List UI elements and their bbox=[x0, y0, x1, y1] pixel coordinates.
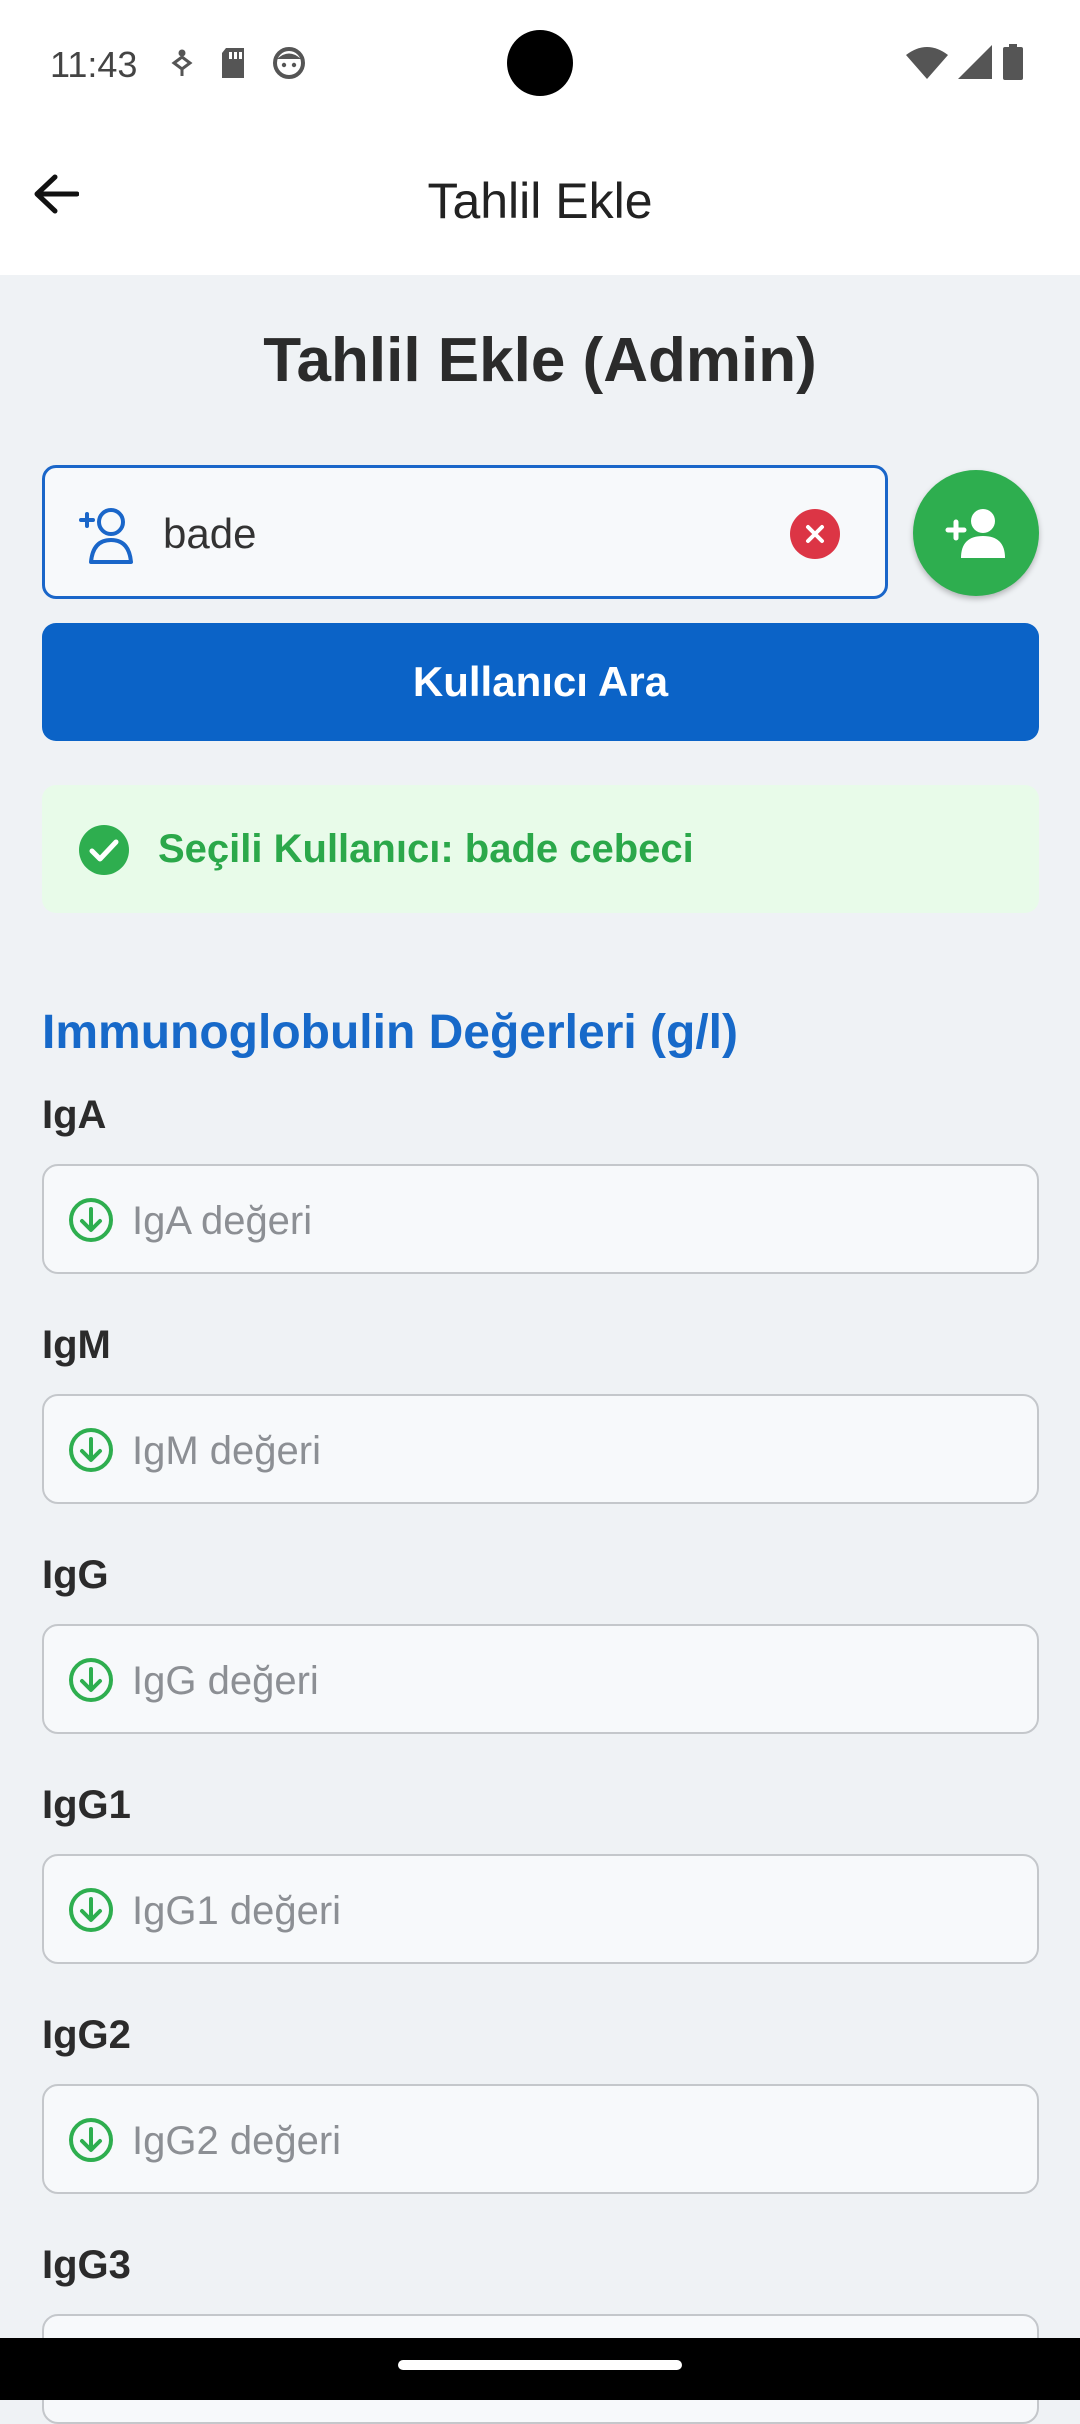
arrow-down-circle-icon bbox=[69, 1198, 113, 1242]
signal-icon bbox=[958, 45, 992, 79]
section-title: Immunoglobulin Değerleri (g/l) bbox=[42, 1006, 738, 1059]
igg-input[interactable] bbox=[130, 1646, 994, 1716]
user-search-box[interactable] bbox=[42, 465, 888, 599]
search-user-button[interactable]: Kullanıcı Ara bbox=[42, 623, 1039, 741]
iga-input[interactable] bbox=[130, 1186, 994, 1256]
iga-field[interactable] bbox=[42, 1164, 1039, 1274]
check-circle-icon bbox=[79, 825, 129, 875]
page-title: Tahlil Ekle (Admin) bbox=[263, 326, 817, 395]
gesture-handle[interactable] bbox=[398, 2360, 682, 2370]
clear-icon bbox=[806, 525, 824, 543]
status-icons-left bbox=[170, 46, 306, 80]
field-label-igg: IgG bbox=[42, 1553, 109, 1597]
status-bar: 11:43 bbox=[0, 0, 1080, 130]
igg2-input[interactable] bbox=[130, 2106, 994, 2176]
arrow-down-circle-icon bbox=[69, 1428, 113, 1472]
user-search-input[interactable] bbox=[161, 498, 765, 570]
arrow-down-circle-icon bbox=[69, 1658, 113, 1702]
selected-user-text: Seçili Kullanıcı: bade cebeci bbox=[158, 827, 694, 871]
battery-icon bbox=[1003, 44, 1023, 80]
wifi-icon bbox=[906, 47, 948, 79]
clear-search-button[interactable] bbox=[790, 509, 840, 559]
field-label-igm: IgM bbox=[42, 1323, 111, 1367]
field-label-igg1: IgG1 bbox=[42, 1783, 131, 1827]
igm-input[interactable] bbox=[130, 1416, 994, 1486]
selected-user-banner: Seçili Kullanıcı: bade cebeci bbox=[42, 785, 1039, 913]
igg1-field[interactable] bbox=[42, 1854, 1039, 1964]
add-user-button[interactable] bbox=[913, 470, 1039, 596]
field-label-igg3: IgG3 bbox=[42, 2243, 131, 2287]
system-nav-bar bbox=[0, 2338, 1080, 2400]
sd-card-icon bbox=[222, 48, 244, 78]
add-user-icon bbox=[945, 509, 1005, 558]
field-label-iga: IgA bbox=[42, 1093, 107, 1137]
igg1-input[interactable] bbox=[130, 1876, 994, 1946]
igm-field[interactable] bbox=[42, 1394, 1039, 1504]
arrow-down-circle-icon bbox=[69, 2118, 113, 2162]
app-bar-title: Tahlil Ekle bbox=[427, 173, 653, 229]
user-search-icon bbox=[79, 508, 133, 564]
face-icon bbox=[273, 47, 305, 79]
accessibility-icon bbox=[171, 49, 193, 76]
arrow-down-circle-icon bbox=[69, 1888, 113, 1932]
igg2-field[interactable] bbox=[42, 2084, 1039, 2194]
status-icons-right bbox=[906, 44, 1024, 80]
igg-field[interactable] bbox=[42, 1624, 1039, 1734]
status-time: 11:43 bbox=[50, 44, 138, 85]
app-bar: Tahlil Ekle bbox=[0, 130, 1080, 275]
camera-cutout bbox=[507, 30, 573, 96]
field-label-igg2: IgG2 bbox=[42, 2013, 131, 2057]
